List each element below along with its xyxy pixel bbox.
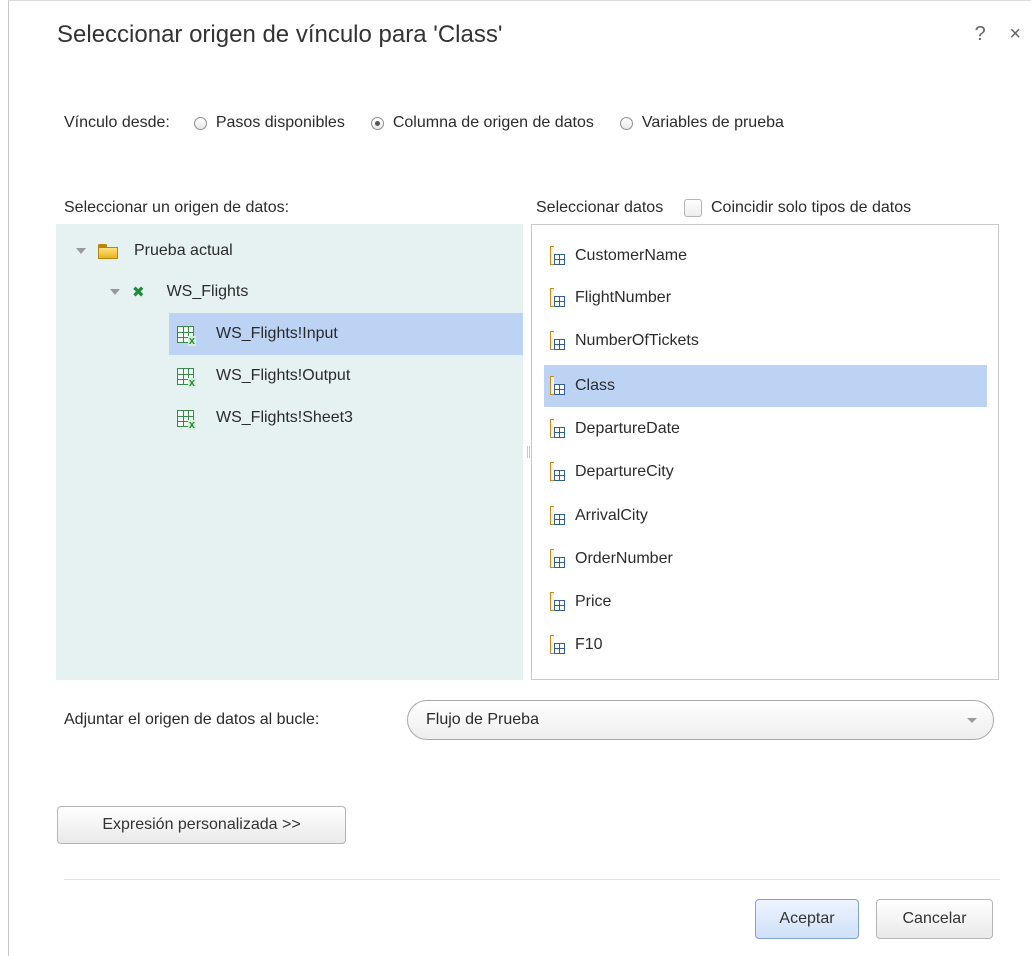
column-icon: [549, 549, 565, 569]
list-item-f10[interactable]: F10: [544, 624, 987, 666]
tree-node-label: Prueba actual: [134, 242, 233, 259]
excel-sheet-icon: [177, 409, 196, 430]
tree-node-sheet-input[interactable]: WS_Flights!Input: [169, 313, 523, 355]
radio-button[interactable]: [193, 116, 207, 130]
excel-sheet-icon: [177, 367, 196, 388]
list-item-label: NumberOfTickets: [575, 332, 699, 349]
data-source-label: Seleccionar un origen de datos:: [64, 199, 290, 216]
column-icon: [549, 376, 565, 396]
close-icon[interactable]: ×: [1009, 23, 1021, 45]
excel-sheet-icon: [177, 325, 196, 346]
expand-caret-icon[interactable]: [76, 248, 86, 254]
list-item-label: F10: [575, 636, 603, 653]
radio-label: Columna de origen de datos: [392, 114, 594, 131]
radio-test-variables[interactable]: Variables de prueba: [619, 114, 784, 132]
tree-node-label: WS_Flights: [166, 283, 249, 300]
list-item-label: FlightNumber: [575, 289, 672, 306]
column-icon: [549, 635, 565, 655]
list-item-label: DepartureCity: [575, 463, 674, 480]
ok-button[interactable]: Aceptar: [755, 899, 859, 939]
column-icon: [549, 288, 565, 308]
data-source-tree: Prueba actual ✖ WS_Flights WS_Flights!In…: [56, 224, 523, 680]
title-buttons: ? ×: [957, 23, 1021, 46]
radio-label: Pasos disponibles: [215, 114, 345, 131]
chevron-down-icon[interactable]: [967, 718, 977, 723]
data-select-label: Seleccionar datos: [536, 199, 664, 216]
tree-node-label: WS_Flights!Output: [216, 367, 351, 384]
link-from-row: Vínculo desde: Pasos disponibles Columna…: [64, 114, 784, 132]
attach-loop-label: Adjuntar el origen de datos al bucle:: [64, 711, 320, 728]
column-icon: [549, 331, 565, 351]
list-item-price[interactable]: Price: [544, 581, 987, 623]
attach-loop-value: Flujo de Prueba: [426, 711, 539, 728]
column-icon: [549, 419, 565, 439]
panel-splitter[interactable]: [527, 446, 530, 458]
list-item-departurecity[interactable]: DepartureCity: [544, 451, 987, 493]
expand-caret-icon[interactable]: [110, 289, 120, 295]
column-icon: [549, 462, 565, 482]
tree-node-label: WS_Flights!Input: [216, 325, 338, 342]
link-from-label: Vínculo desde:: [64, 114, 170, 131]
folder-icon: [98, 243, 118, 259]
radio-available-steps[interactable]: Pasos disponibles: [193, 114, 345, 132]
tree-node-ws-flights[interactable]: ✖ WS_Flights: [110, 280, 248, 304]
radio-button-checked[interactable]: [370, 116, 384, 130]
cancel-button[interactable]: Cancelar: [876, 899, 993, 939]
tree-node-sheet-output[interactable]: WS_Flights!Output: [169, 355, 523, 397]
list-item-flightnumber[interactable]: FlightNumber: [544, 277, 987, 319]
tree-node-current-test[interactable]: Prueba actual: [76, 239, 233, 263]
list-item-label: OrderNumber: [575, 550, 673, 567]
column-icon: [549, 246, 565, 266]
list-item-departuredate[interactable]: DepartureDate: [544, 408, 987, 450]
match-types-checkbox[interactable]: [684, 199, 702, 217]
list-item-label: CustomerName: [575, 247, 688, 264]
excel-icon: ✖: [132, 283, 145, 301]
radio-button[interactable]: [619, 116, 633, 130]
data-select-header: Seleccionar datos Coincidir solo tipos d…: [536, 199, 911, 217]
column-icon: [549, 506, 565, 526]
list-item-customername[interactable]: CustomerName: [544, 235, 987, 277]
list-item-label: Price: [575, 593, 612, 610]
attach-loop-select[interactable]: Flujo de Prueba: [407, 700, 994, 740]
list-item-ordernumber[interactable]: OrderNumber: [544, 538, 987, 580]
data-column-list: CustomerName FlightNumber NumberOfTicket…: [531, 224, 999, 680]
help-icon[interactable]: ?: [975, 23, 986, 45]
footer-divider: [64, 879, 1000, 880]
radio-label: Variables de prueba: [641, 114, 784, 131]
tree-node-label: WS_Flights!Sheet3: [216, 409, 353, 426]
match-types-label[interactable]: Coincidir solo tipos de datos: [711, 199, 911, 217]
list-item-arrivalcity[interactable]: ArrivalCity: [544, 495, 987, 537]
tree-node-sheet-3[interactable]: WS_Flights!Sheet3: [169, 397, 523, 439]
list-item-numberoftickets[interactable]: NumberOfTickets: [544, 320, 987, 362]
custom-expression-button[interactable]: Expresión personalizada >>: [57, 806, 346, 844]
list-item-class[interactable]: Class: [544, 365, 987, 407]
radio-data-source-column[interactable]: Columna de origen de datos: [370, 114, 594, 132]
list-item-label: Class: [575, 377, 616, 394]
column-icon: [549, 592, 565, 612]
list-item-label: DepartureDate: [575, 420, 680, 437]
dialog-title: Seleccionar origen de vínculo para 'Clas…: [57, 21, 503, 48]
list-item-label: ArrivalCity: [575, 507, 648, 524]
link-source-dialog: Seleccionar origen de vínculo para 'Clas…: [8, 0, 1031, 956]
